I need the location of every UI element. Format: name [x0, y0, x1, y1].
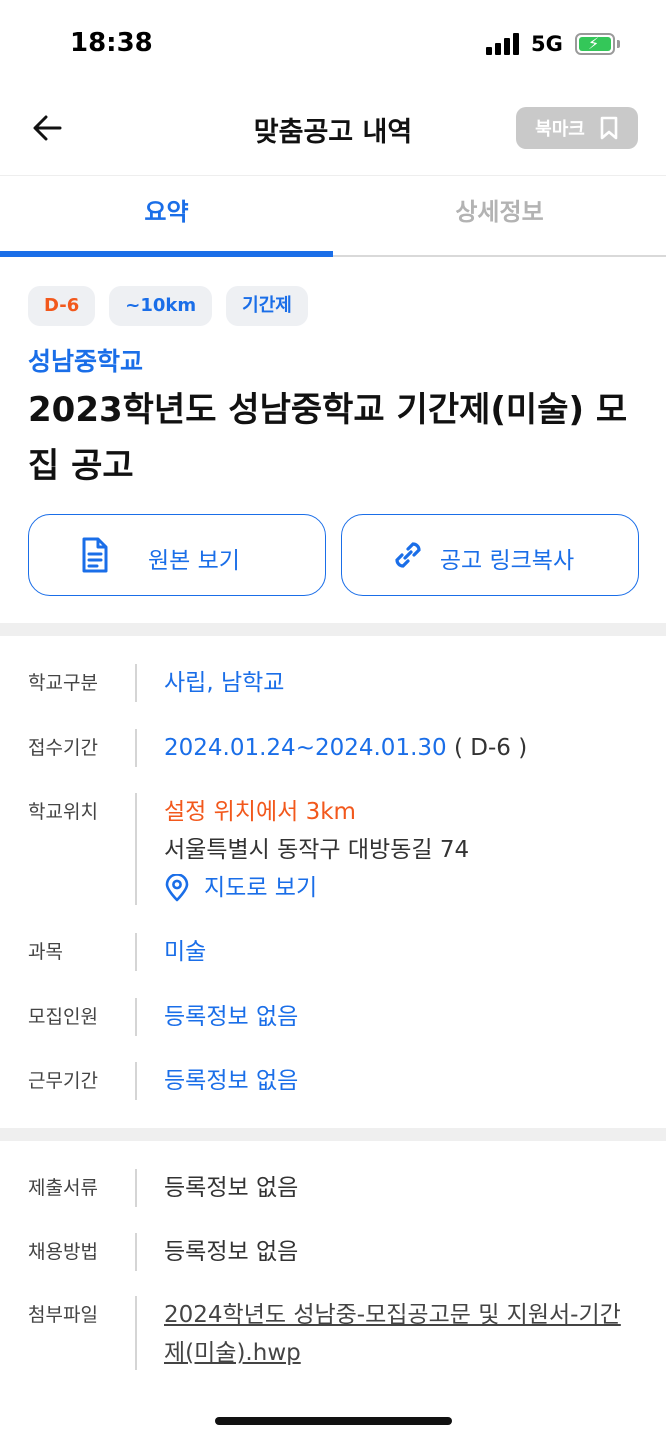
method-label: 채용방법	[28, 1241, 98, 1263]
period-dday: ( D-6 )	[446, 735, 528, 761]
headcount-label: 모집인원	[28, 1006, 98, 1028]
school-type-label: 학교구분	[28, 672, 98, 694]
period-value: 2024.01.24~2024.01.30 ( D-6 )	[164, 729, 527, 767]
location-value: 설정 위치에서 3km 서울특별시 동작구 대방동길 74 지도로 보기	[164, 793, 469, 907]
job-type-chip: 기간제	[226, 286, 308, 326]
bookmark-icon	[600, 116, 618, 140]
row-separator	[135, 1233, 137, 1271]
work-period-value: 등록정보 없음	[164, 1068, 299, 1094]
section-divider	[0, 1128, 666, 1141]
row-separator	[135, 1062, 137, 1100]
bookmark-button[interactable]: 북마크	[516, 107, 638, 149]
view-original-button[interactable]: 원본 보기	[28, 514, 326, 596]
bookmark-label: 북마크	[535, 119, 585, 140]
attachment-link[interactable]: 2024학년도 성남중-모집공고문 및 지원서-기간제(미술).hwp	[164, 1296, 634, 1372]
work-period-label: 근무기간	[28, 1070, 98, 1092]
battery-tip	[617, 40, 620, 48]
distance-chip: ~10km	[109, 286, 213, 326]
battery-icon: ⚡	[575, 33, 615, 55]
tag-chips: D-6 ~10km 기간제	[28, 286, 308, 326]
tab-details[interactable]: 상세정보	[333, 176, 666, 255]
subject-label: 과목	[28, 941, 63, 963]
status-time: 18:38	[70, 28, 153, 58]
location-address: 서울특별시 동작구 대방동길 74	[164, 837, 470, 863]
signal-icon	[486, 33, 522, 55]
period-dates: 2024.01.24~2024.01.30	[164, 735, 447, 761]
headcount-value: 등록정보 없음	[164, 1004, 299, 1030]
row-separator	[135, 998, 137, 1036]
documents-value: 등록정보 없음	[164, 1175, 299, 1201]
location-label: 학교위치	[28, 801, 98, 823]
attachment-label: 첨부파일	[28, 1304, 98, 1326]
row-separator	[135, 1169, 137, 1207]
tab-summary[interactable]: 요약	[0, 176, 333, 257]
row-separator	[135, 793, 137, 905]
section-divider	[0, 623, 666, 636]
copy-link-button[interactable]: 공고 링크복사	[341, 514, 639, 596]
map-link-label: 지도로 보기	[204, 875, 318, 901]
map-link[interactable]: 지도로 보기	[164, 869, 469, 907]
school-name: 성남중학교	[28, 347, 144, 376]
copy-link-label: 공고 링크복사	[439, 548, 575, 574]
tab-bar: 요약 상세정보	[0, 176, 666, 257]
school-type-value: 사립, 남학교	[164, 670, 285, 696]
row-separator	[135, 729, 137, 767]
subject-value: 미술	[164, 939, 207, 965]
app-header: 맞춤공고 내역 북마크	[0, 90, 666, 176]
dday-chip: D-6	[28, 286, 96, 326]
location-pin-icon	[165, 874, 189, 902]
row-separator	[135, 664, 137, 702]
location-distance: 설정 위치에서 3km	[164, 799, 356, 825]
post-title: 2023학년도 성남중학교 기간제(미술) 모집 공고	[28, 390, 628, 486]
row-separator	[135, 1296, 137, 1370]
method-value: 등록정보 없음	[164, 1239, 299, 1265]
network-type: 5G	[531, 32, 563, 56]
period-label: 접수기간	[28, 737, 98, 759]
view-original-label: 원본 보기	[148, 548, 240, 574]
status-bar: 18:38 5G ⚡	[0, 0, 666, 90]
home-indicator[interactable]	[215, 1417, 452, 1425]
documents-label: 제출서류	[28, 1177, 98, 1199]
row-separator	[135, 933, 137, 971]
